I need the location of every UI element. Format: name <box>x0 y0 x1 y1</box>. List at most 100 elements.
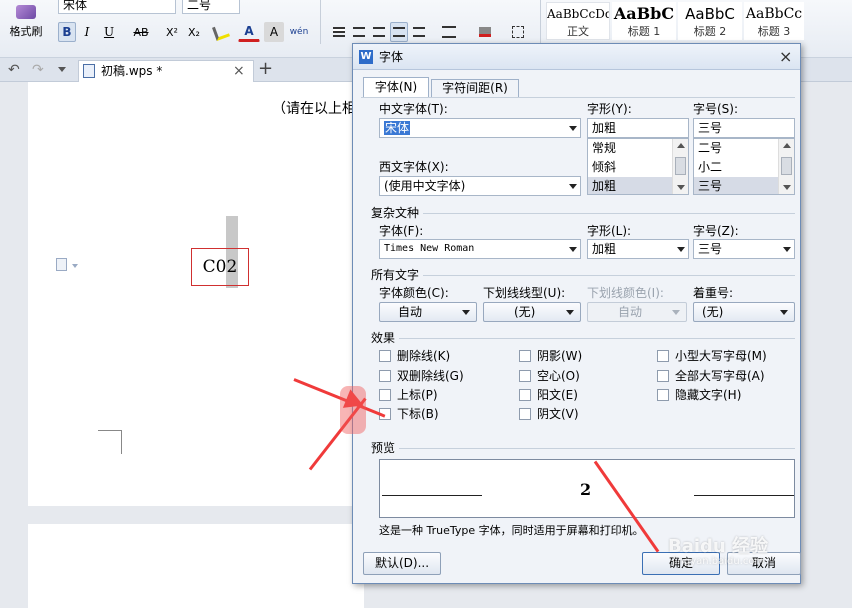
paragraph-marker-icon[interactable] <box>56 258 67 271</box>
effects-group-label: 效果 <box>371 331 400 345</box>
style-input[interactable]: 加粗 <box>587 118 689 138</box>
emphasis-label: 着重号: <box>693 286 734 300</box>
style-list[interactable]: 常规 倾斜 加粗 <box>587 138 689 195</box>
chevron-down-icon <box>569 126 577 131</box>
style-preview: AaBbC <box>613 4 675 23</box>
justify-icon <box>393 27 405 37</box>
chevron-down-icon <box>569 247 577 252</box>
scroll-down-icon[interactable] <box>677 185 685 190</box>
complex-font-label: 字体(F): <box>379 224 424 238</box>
scroll-down-icon[interactable] <box>783 185 791 190</box>
default-button[interactable]: 默认(D)... <box>363 552 441 575</box>
shading-button[interactable] <box>472 22 498 42</box>
scroll-up-icon[interactable] <box>677 143 685 148</box>
complex-font-select[interactable]: Times New Roman <box>379 239 581 259</box>
marker-dropdown-icon[interactable] <box>72 264 78 268</box>
chinese-font-select[interactable]: 宋体 <box>379 118 581 138</box>
font-color-select[interactable]: 自动 <box>379 302 477 322</box>
complex-script-group-label: 复杂文种 <box>371 206 424 220</box>
format-painter-button[interactable]: 格式刷 <box>4 2 48 42</box>
preview-group-label: 预览 <box>371 441 400 455</box>
scroll-thumb[interactable] <box>675 157 686 175</box>
size-list-scrollbar[interactable] <box>778 139 794 194</box>
text-box[interactable]: C02 <box>191 248 249 286</box>
complex-style-label: 字形(L): <box>587 224 632 238</box>
western-font-select[interactable]: (使用中文字体) <box>379 176 581 196</box>
double-strikethrough-checkbox[interactable] <box>379 370 391 382</box>
undo-icon[interactable]: ↶ <box>8 62 20 78</box>
close-tab-icon[interactable]: × <box>233 61 245 81</box>
size-list[interactable]: 二号 小二 三号 <box>693 138 795 195</box>
all-text-group-label: 所有文字 <box>371 268 424 282</box>
document-tab[interactable]: 初稿.wps * × <box>78 60 254 82</box>
tab-divider <box>361 97 795 98</box>
preview-text: 2 <box>580 480 592 499</box>
font-color-button[interactable]: A <box>238 22 260 42</box>
style-label: 标题 1 <box>627 25 661 38</box>
all-caps-checkbox[interactable] <box>657 370 669 382</box>
chinese-font-value: 宋体 <box>384 121 411 135</box>
shadow-checkbox[interactable] <box>519 350 531 362</box>
emboss-checkbox[interactable] <box>519 389 531 401</box>
tab-char-spacing[interactable]: 字符间距(R) <box>431 79 519 97</box>
underline-color-select[interactable]: 自动 <box>587 302 687 322</box>
emphasis-select[interactable]: (无) <box>693 302 795 322</box>
align-left-button[interactable] <box>330 22 348 42</box>
underline-type-select[interactable]: (无) <box>483 302 581 322</box>
quick-access-dropdown-icon[interactable] <box>58 67 66 72</box>
preview-box: 2 <box>379 459 795 518</box>
distributed-button[interactable] <box>410 22 428 42</box>
align-center-icon <box>353 27 365 37</box>
size-input[interactable]: 三号 <box>693 118 795 138</box>
superscript-checkbox[interactable] <box>379 389 391 401</box>
hidden-text-label: 隐藏文字(H) <box>675 388 742 402</box>
subscript-button[interactable]: X₂ <box>184 22 204 42</box>
style-heading-1[interactable]: AaBbC 标题 1 <box>612 2 676 40</box>
engrave-checkbox[interactable] <box>519 408 531 420</box>
new-tab-button[interactable]: + <box>258 58 273 80</box>
bold-button[interactable]: B <box>58 22 76 42</box>
chinese-font-label: 中文字体(T): <box>379 102 448 116</box>
document-page[interactable]: （请在以上相 C02 <box>28 82 364 506</box>
align-right-button[interactable] <box>370 22 388 42</box>
emboss-label: 阳文(E) <box>537 388 578 402</box>
line-spacing-button[interactable] <box>436 22 462 42</box>
style-heading-3[interactable]: AaBbCc 标题 3 <box>744 2 804 40</box>
complex-size-select[interactable]: 三号 <box>693 239 795 259</box>
style-label: 标题 2 <box>693 25 727 38</box>
italic-button[interactable]: I <box>78 22 96 42</box>
tab-font[interactable]: 字体(N) <box>363 77 429 97</box>
document-page-2[interactable] <box>28 524 364 608</box>
font-name-select[interactable]: 宋体 <box>58 0 176 14</box>
style-heading-2[interactable]: AaBbC 标题 2 <box>678 2 742 40</box>
preview-baseline-left <box>382 495 482 496</box>
outline-checkbox[interactable] <box>519 370 531 382</box>
small-caps-checkbox[interactable] <box>657 350 669 362</box>
scroll-up-icon[interactable] <box>783 143 791 148</box>
hidden-text-checkbox[interactable] <box>657 389 669 401</box>
superscript-button[interactable]: X² <box>162 22 182 42</box>
style-list-scrollbar[interactable] <box>672 139 688 194</box>
scroll-thumb[interactable] <box>781 157 792 175</box>
chevron-down-icon <box>783 247 791 252</box>
borders-button[interactable] <box>504 22 532 42</box>
strikethrough-button[interactable]: AB <box>124 22 158 42</box>
align-center-button[interactable] <box>350 22 368 42</box>
style-normal[interactable]: AaBbCcDd 正文 <box>546 2 610 40</box>
phonetic-guide-button[interactable]: wén <box>288 22 310 42</box>
border-icon <box>512 26 524 38</box>
dialog-title: 字体 <box>379 50 404 64</box>
font-size-select[interactable]: 二号 <box>182 0 240 14</box>
highlight-button[interactable] <box>208 22 234 42</box>
all-caps-label: 全部大写字母(A) <box>675 369 765 383</box>
char-shade-button[interactable]: A <box>264 22 284 42</box>
complex-style-select[interactable]: 加粗 <box>587 239 689 259</box>
justify-button[interactable] <box>390 22 408 42</box>
strikethrough-checkbox[interactable] <box>379 350 391 362</box>
size-label: 字号(S): <box>693 102 739 116</box>
brush-icon <box>16 5 36 19</box>
wps-writer-icon: W <box>359 50 373 64</box>
close-dialog-icon[interactable]: × <box>779 44 792 70</box>
underline-button[interactable]: U <box>98 22 120 42</box>
redo-icon[interactable]: ↷ <box>32 62 44 78</box>
